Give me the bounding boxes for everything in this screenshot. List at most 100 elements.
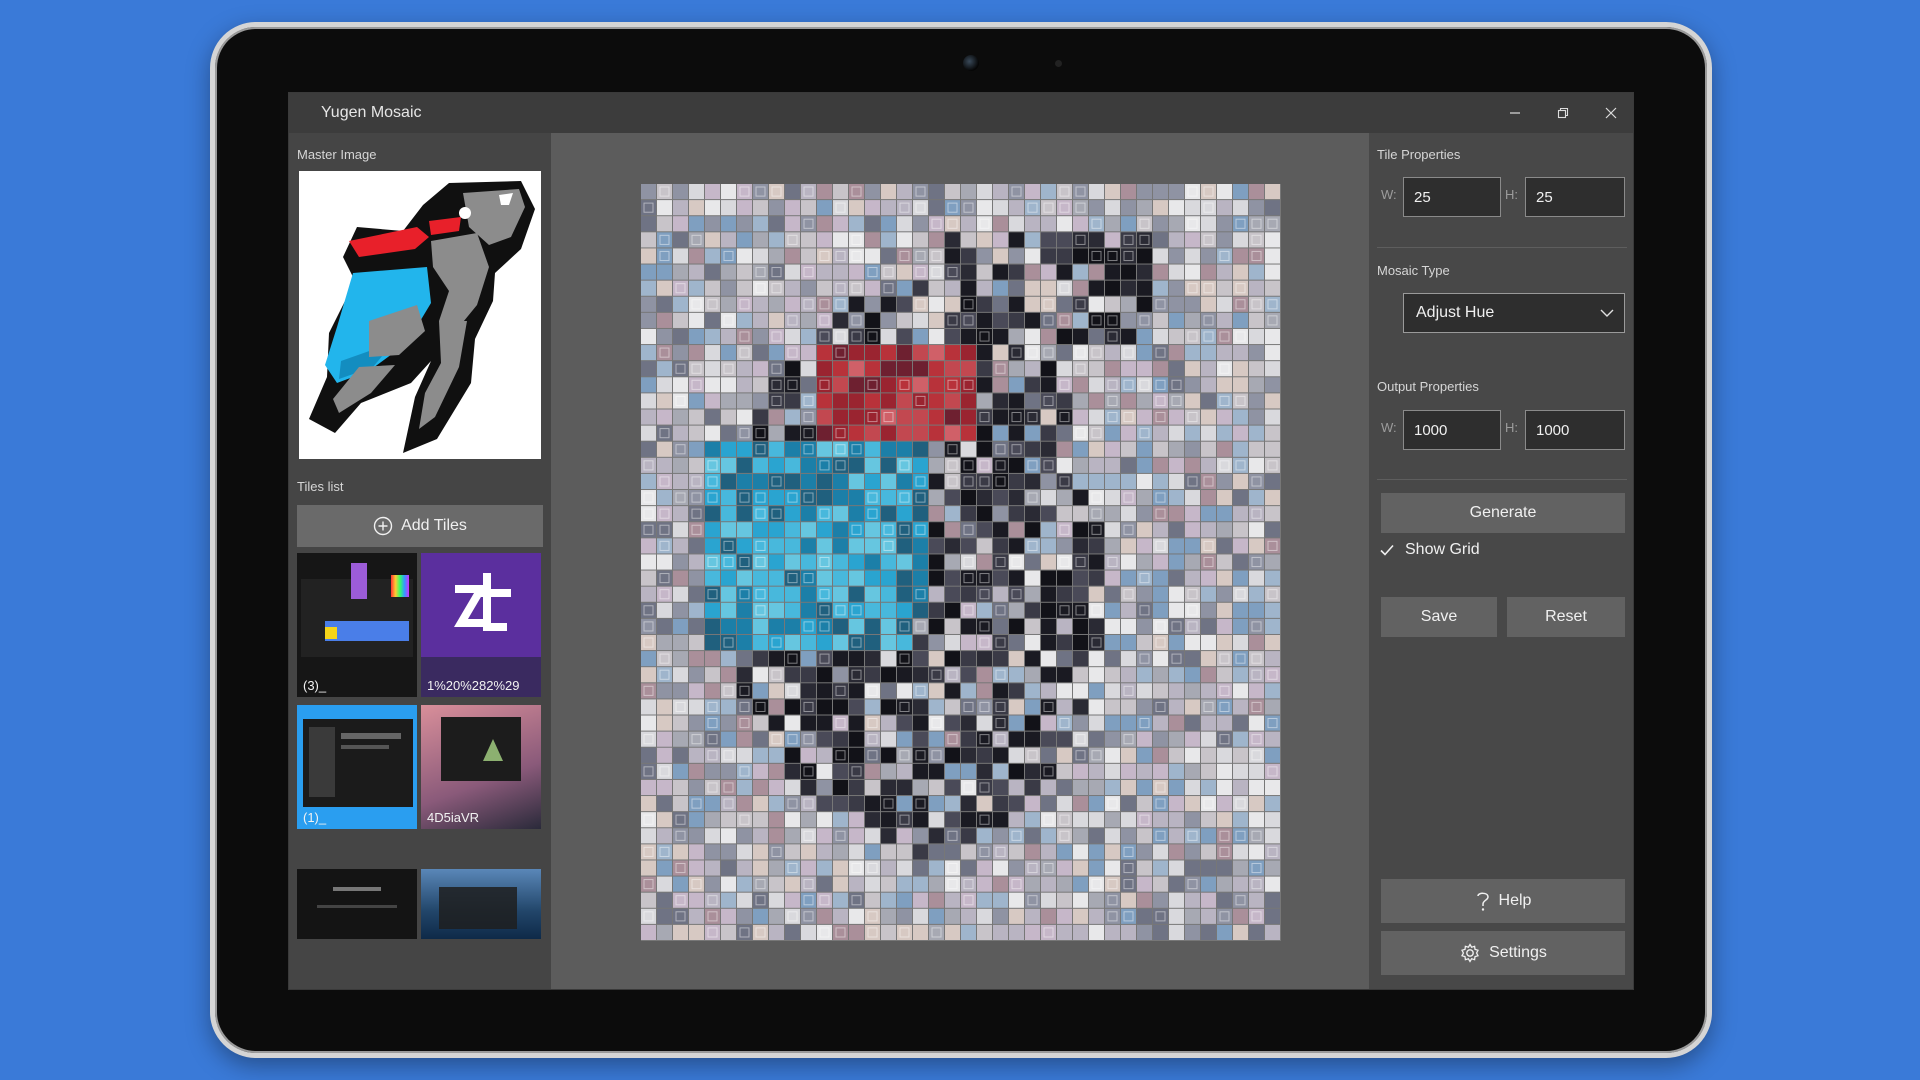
show-grid-checkbox[interactable]: Show Grid — [1379, 541, 1480, 559]
mosaic-tile — [1121, 248, 1136, 264]
mosaic-tile — [1153, 538, 1168, 554]
mosaic-tile — [993, 860, 1008, 876]
tile-width-input[interactable]: 25 — [1403, 177, 1501, 217]
mosaic-tile — [1201, 216, 1216, 232]
save-button[interactable]: Save — [1381, 597, 1497, 637]
mosaic-tile — [833, 522, 848, 538]
restore-button[interactable] — [1539, 93, 1587, 133]
mosaic-tile — [689, 216, 704, 232]
mosaic-tile — [689, 908, 704, 924]
mosaic-tile — [833, 602, 848, 618]
mosaic-tile — [657, 844, 672, 860]
mosaic-tile — [817, 876, 832, 892]
mosaic-tile — [849, 538, 864, 554]
mosaic-tile — [1025, 747, 1040, 763]
mosaic-tile — [1185, 425, 1200, 441]
settings-button[interactable]: Settings — [1381, 931, 1625, 975]
reset-button[interactable]: Reset — [1507, 597, 1625, 637]
mosaic-tile — [1169, 200, 1184, 216]
mosaic-tile — [1233, 409, 1248, 425]
mosaic-output-image[interactable] — [641, 184, 1281, 941]
mosaic-tile — [1137, 280, 1152, 296]
mosaic-tile — [1249, 908, 1264, 924]
minimize-button[interactable] — [1491, 93, 1539, 133]
tiles-list[interactable]: (3)_ 1%20%282%29 (1)_ 4D5iaVR — [297, 553, 543, 989]
mosaic-tile — [705, 264, 720, 280]
mosaic-tile — [1025, 522, 1040, 538]
output-width-input[interactable]: 1000 — [1403, 410, 1501, 450]
mosaic-canvas-area[interactable] — [551, 133, 1369, 989]
mosaic-tile — [641, 715, 656, 731]
mosaic-tile — [833, 280, 848, 296]
mosaic-tile — [673, 731, 688, 747]
mosaic-tile — [993, 296, 1008, 312]
generate-button[interactable]: Generate — [1381, 493, 1625, 533]
mosaic-tile — [881, 538, 896, 554]
mosaic-tile — [673, 747, 688, 763]
mosaic-tile — [961, 683, 976, 699]
mosaic-tile — [977, 860, 992, 876]
close-button[interactable] — [1587, 93, 1633, 133]
mosaic-tile — [1089, 184, 1104, 200]
mosaic-tile — [1089, 683, 1104, 699]
mosaic-tile — [1249, 844, 1264, 860]
mosaic-tile — [945, 232, 960, 248]
mosaic-tile — [705, 570, 720, 586]
mosaic-tile — [1153, 876, 1168, 892]
mosaic-tile — [1153, 715, 1168, 731]
add-tiles-button[interactable]: Add Tiles — [297, 505, 543, 547]
tile-item[interactable]: (1)_ — [297, 705, 417, 829]
mosaic-tile — [641, 586, 656, 602]
mosaic-tile — [1201, 924, 1216, 940]
mosaic-tile — [785, 747, 800, 763]
tile-item[interactable]: 1%20%282%29 — [421, 553, 541, 697]
mosaic-tile — [849, 312, 864, 328]
mosaic-tile — [1217, 506, 1232, 522]
master-image[interactable] — [299, 171, 541, 459]
mosaic-tile — [1233, 763, 1248, 779]
mosaic-tile — [993, 812, 1008, 828]
mosaic-tile — [1201, 570, 1216, 586]
mosaic-tile — [721, 280, 736, 296]
mosaic-tile — [1025, 586, 1040, 602]
tile-height-input[interactable]: 25 — [1525, 177, 1625, 217]
mosaic-tile — [913, 377, 928, 393]
mosaic-tile — [945, 248, 960, 264]
tile-item[interactable] — [297, 869, 417, 939]
help-button[interactable]: Help — [1381, 879, 1625, 923]
mosaic-tile — [1025, 618, 1040, 634]
mosaic-tile — [1233, 425, 1248, 441]
mosaic-tile — [1121, 280, 1136, 296]
tile-item[interactable]: (3)_ — [297, 553, 417, 697]
mosaic-tile — [865, 328, 880, 345]
mosaic-tile — [945, 876, 960, 892]
mosaic-tile — [945, 924, 960, 940]
mosaic-tile — [817, 200, 832, 216]
mosaic-tile — [1153, 683, 1168, 699]
mosaic-tile — [881, 490, 896, 506]
mosaic-tile — [705, 812, 720, 828]
mosaic-tile — [801, 184, 816, 200]
mosaic-tile — [785, 586, 800, 602]
mosaic-tile — [1121, 747, 1136, 763]
mosaic-tile — [1201, 731, 1216, 747]
mosaic-tile — [1025, 602, 1040, 618]
mosaic-tile — [1121, 473, 1136, 490]
mosaic-tile — [737, 683, 752, 699]
mosaic-tile — [929, 667, 944, 683]
tile-item[interactable] — [421, 869, 541, 939]
mosaic-type-dropdown[interactable]: Adjust Hue — [1403, 293, 1625, 333]
mosaic-tile — [801, 796, 816, 812]
mosaic-tile — [913, 473, 928, 490]
mosaic-tile — [913, 538, 928, 554]
mosaic-tile — [1233, 232, 1248, 248]
mosaic-tile — [1025, 232, 1040, 248]
mosaic-tile — [769, 699, 784, 715]
tile-item[interactable]: 4D5iaVR — [421, 705, 541, 829]
mosaic-tile — [961, 586, 976, 602]
mosaic-tile — [657, 248, 672, 264]
mosaic-tile — [1185, 699, 1200, 715]
output-height-input[interactable]: 1000 — [1525, 410, 1625, 450]
title-bar[interactable]: Yugen Mosaic — [289, 93, 1633, 133]
mosaic-tile — [817, 618, 832, 634]
